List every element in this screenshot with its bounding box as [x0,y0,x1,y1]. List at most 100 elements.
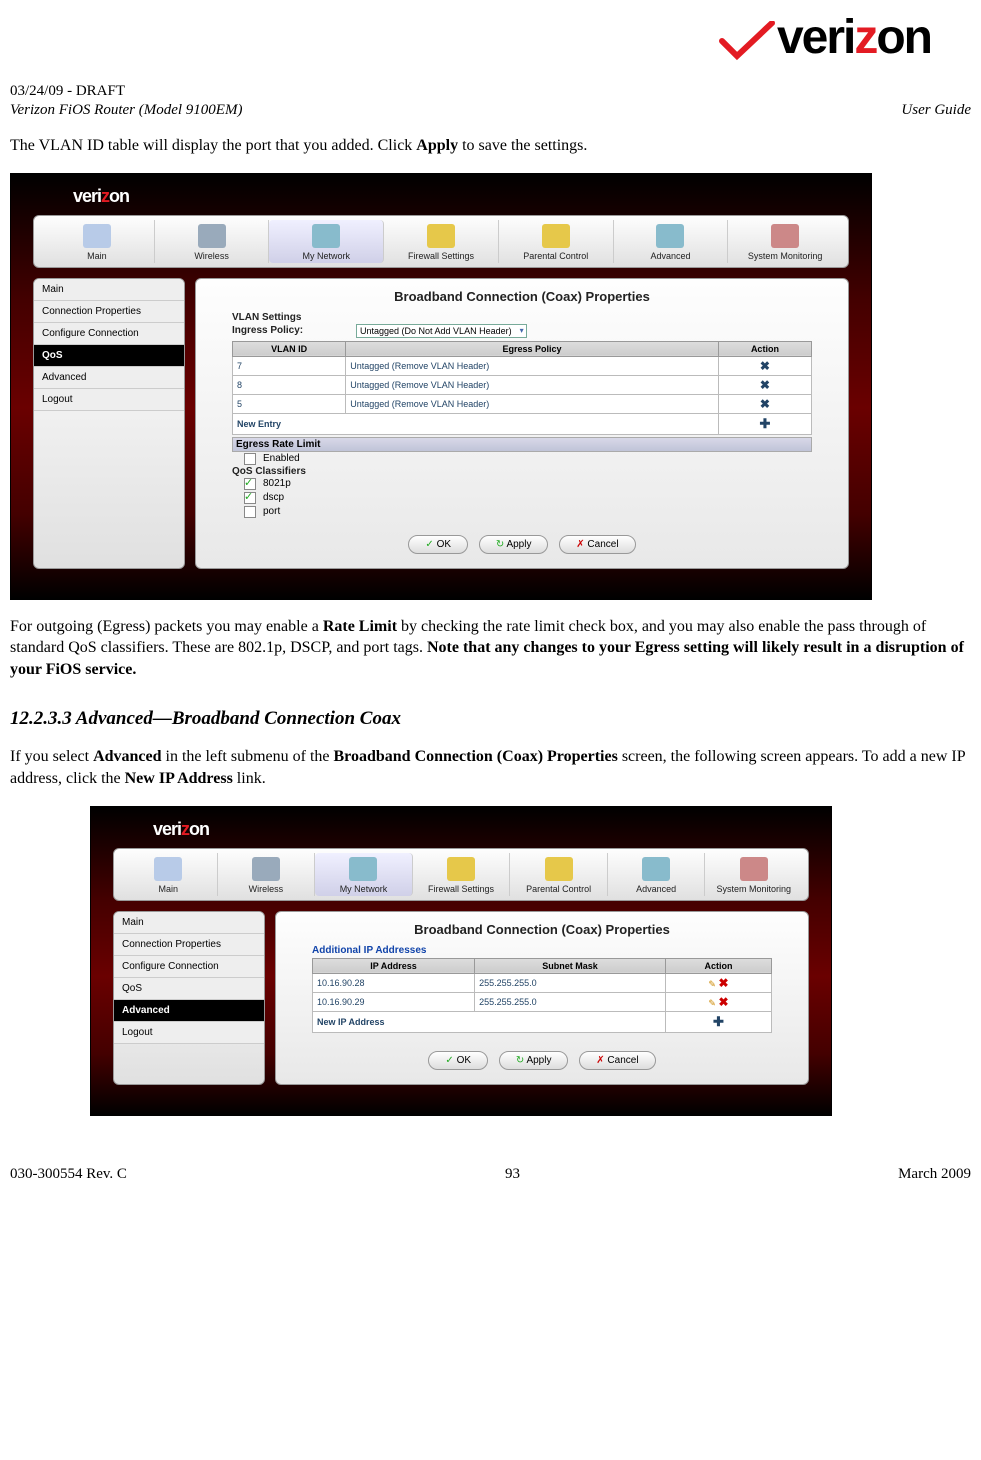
nav-item-firewall-settings[interactable]: Firewall Settings [413,853,511,896]
table-row: 10.16.90.28255.255.255.0✎ ✖ [313,973,772,992]
col-header: Action [665,958,771,973]
nav-label: Wireless [220,884,313,894]
footer-date: March 2009 [898,1166,971,1183]
col-header: Subnet Mask [475,958,666,973]
logo-text: veri [777,11,854,64]
delete-icon[interactable]: ✖ [718,356,811,375]
nav-item-parental-control[interactable]: Parental Control [499,220,614,263]
top-nav: Main Wireless My Network Firewall Settings P… [113,848,809,901]
nav-label: Firewall Settings [415,884,508,894]
cancel-button[interactable]: ✗ Cancel [579,1051,655,1070]
panel-title: Broadband Connection (Coax) Properties [282,918,802,945]
page-footer: 030-300554 Rev. C 93 March 2009 [0,1166,981,1191]
main-panel: Broadband Connection (Coax) Properties V… [195,278,849,569]
sidebar-item-logout[interactable]: Logout [34,389,184,411]
sidebar-item-qos[interactable]: QoS [114,978,264,1000]
left-sidebar: MainConnection PropertiesConfigure Conne… [33,278,185,569]
nav-item-system-monitoring[interactable]: System Monitoring [728,220,842,263]
nav-icon [198,224,226,248]
nav-item-main[interactable]: Main [40,220,155,263]
add-icon[interactable]: ✚ [718,413,811,434]
col-header: VLAN ID [233,341,346,356]
enabled-checkbox[interactable] [244,453,256,465]
vlan-settings-label: VLAN Settings [232,312,812,323]
add-icon[interactable]: ✚ [665,1011,771,1032]
nav-label: Main [122,884,215,894]
ok-button[interactable]: ✓ OK [408,535,468,554]
nav-label: System Monitoring [707,884,800,894]
vlan-table: VLAN IDEgress PolicyAction7Untagged (Rem… [232,341,812,435]
ingress-select[interactable]: Untagged (Do Not Add VLAN Header) [356,324,527,338]
nav-item-parental-control[interactable]: Parental Control [510,853,608,896]
checkbox-dscp[interactable] [244,492,256,504]
sidebar-item-main[interactable]: Main [114,912,264,934]
delete-icon[interactable]: ✖ [718,394,811,413]
sidebar-item-connection-properties[interactable]: Connection Properties [34,301,184,323]
nav-item-wireless[interactable]: Wireless [155,220,270,263]
screenshot-qos: verizon MainWirelessMy NetworkFirewall S… [10,173,872,600]
sidebar-item-main[interactable]: Main [34,279,184,301]
checkbox-label: dscp [263,492,284,503]
checkbox-label: 8021p [263,478,291,489]
paragraph-2: For outgoing (Egress) packets you may en… [10,616,971,681]
nav-item-wireless[interactable]: Wireless [218,853,316,896]
nav-item-advanced[interactable]: Advanced [614,220,729,263]
ingress-label: Ingress Policy: [232,325,352,336]
nav-label: My Network [317,884,410,894]
nav-label: Wireless [157,251,267,261]
apply-button[interactable]: ↻ Apply [479,535,549,554]
apply-button[interactable]: ↻ Apply [499,1051,569,1070]
sidebar-item-connection-properties[interactable]: Connection Properties [114,934,264,956]
qos-classifiers-label: QoS Classifiers [232,466,812,477]
table-row: 5Untagged (Remove VLAN Header)✖ [233,394,812,413]
nav-icon [642,857,670,881]
new-entry-link[interactable]: New Entry [233,413,719,434]
screenshot-advanced: verizon MainWirelessMy NetworkFirewall S… [90,806,832,1116]
nav-item-my-network[interactable]: My Network [315,853,413,896]
sidebar-item-configure-connection[interactable]: Configure Connection [114,956,264,978]
sidebar-item-configure-connection[interactable]: Configure Connection [34,323,184,345]
nav-icon [349,857,377,881]
router-logo: verizon [33,182,849,215]
nav-icon [427,224,455,248]
doc-title: Verizon FiOS Router (Model 9100EM) [10,102,242,119]
cancel-button[interactable]: ✗ Cancel [559,535,635,554]
sidebar-item-advanced[interactable]: Advanced [34,367,184,389]
checkbox-8021p[interactable] [244,478,256,490]
edit-icon[interactable]: ✎ [708,998,716,1008]
sidebar-item-logout[interactable]: Logout [114,1022,264,1044]
table-row: 7Untagged (Remove VLAN Header)✖ [233,356,812,375]
nav-icon [312,224,340,248]
nav-item-my-network[interactable]: My Network [269,220,384,263]
nav-label: My Network [271,251,381,261]
egress-rate-limit-header: Egress Rate Limit [232,437,812,452]
sidebar-item-qos[interactable]: QoS [34,345,184,367]
delete-icon[interactable]: ✖ [718,375,811,394]
ip-table: IP AddressSubnet MaskAction10.16.90.2825… [312,958,772,1033]
footer-page-number: 93 [505,1166,520,1183]
edit-icon[interactable]: ✎ [708,979,716,989]
nav-label: Parental Control [512,884,605,894]
ok-button[interactable]: ✓ OK [428,1051,488,1070]
new-ip-link[interactable]: New IP Address [313,1011,666,1032]
nav-icon [252,857,280,881]
nav-item-advanced[interactable]: Advanced [608,853,706,896]
checkbox-port[interactable] [244,506,256,518]
sidebar-item-advanced[interactable]: Advanced [114,1000,264,1022]
delete-icon[interactable]: ✖ [718,995,728,1009]
additional-ip-label: Additional IP Addresses [312,945,772,956]
delete-icon[interactable]: ✖ [718,976,728,990]
nav-item-system-monitoring[interactable]: System Monitoring [705,853,802,896]
nav-item-firewall-settings[interactable]: Firewall Settings [384,220,499,263]
draft-date: 03/24/09 - DRAFT [10,83,971,100]
panel-title: Broadband Connection (Coax) Properties [202,285,842,312]
nav-icon [656,224,684,248]
table-row: 8Untagged (Remove VLAN Header)✖ [233,375,812,394]
button-row: ✓ OK ↻ Apply ✗ Cancel [312,1035,772,1078]
button-row: ✓ OK ↻ Apply ✗ Cancel [232,519,812,562]
nav-label: Advanced [616,251,726,261]
nav-icon [545,857,573,881]
nav-item-main[interactable]: Main [120,853,218,896]
nav-icon [740,857,768,881]
main-panel: Broadband Connection (Coax) Properties A… [275,911,809,1085]
